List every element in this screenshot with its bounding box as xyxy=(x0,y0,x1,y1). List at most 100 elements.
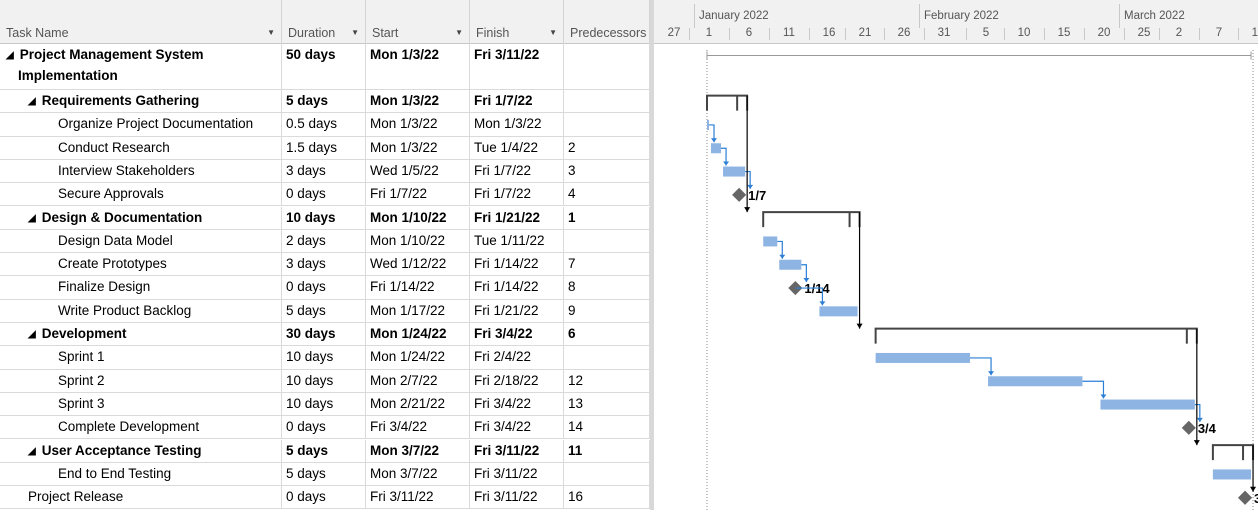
task-finish-cell[interactable]: Fri 2/18/22 xyxy=(470,369,564,393)
task-row[interactable]: End to End Testing 5 days Mon 3/7/22 Fri 3/… xyxy=(0,462,650,487)
task-predecessors-cell[interactable]: 16 xyxy=(564,486,650,510)
task-start-cell[interactable]: Mon 1/17/22 xyxy=(366,299,470,323)
task-finish-cell[interactable]: Fri 3/11/22 xyxy=(470,462,564,487)
task-name-cell[interactable]: Write Product Backlog xyxy=(0,299,282,323)
task-name-cell[interactable]: Interview Stakeholders xyxy=(0,159,282,184)
task-row[interactable]: Sprint 3 10 days Mon 2/21/22 Fri 3/4/22 13 xyxy=(0,392,650,417)
task-predecessors-cell[interactable] xyxy=(564,113,650,137)
collapse-triangle-icon[interactable]: ◢ xyxy=(28,96,36,107)
collapse-triangle-icon[interactable]: ◢ xyxy=(28,213,36,224)
task-predecessors-cell[interactable]: 1 xyxy=(564,206,650,230)
task-finish-cell[interactable]: Tue 1/4/22 xyxy=(470,136,564,160)
task-bar[interactable] xyxy=(1100,399,1195,410)
column-header-duration[interactable]: Duration ▼ xyxy=(282,0,366,44)
task-finish-cell[interactable]: Fri 1/7/22 xyxy=(470,159,564,184)
milestone-diamond[interactable] xyxy=(1181,420,1196,435)
task-name-cell[interactable]: ◢ Design & Documentation xyxy=(0,206,282,230)
task-row[interactable]: Finalize Design 0 days Fri 1/14/22 Fri 1/14… xyxy=(0,276,650,300)
task-bar[interactable] xyxy=(1212,469,1252,480)
column-header-finish[interactable]: Finish ▼ xyxy=(470,0,564,44)
task-duration-cell[interactable]: 10 days xyxy=(282,369,366,393)
task-predecessors-cell[interactable]: 8 xyxy=(564,276,650,300)
milestone-diamond[interactable] xyxy=(732,187,747,202)
task-row[interactable]: ◢ User Acceptance Testing 5 days Mon 3/7/22… xyxy=(0,439,650,463)
task-row[interactable]: Sprint 2 10 days Mon 2/7/22 Fri 2/18/22 12 xyxy=(0,369,650,393)
task-start-cell[interactable]: Mon 2/21/22 xyxy=(366,392,470,417)
task-predecessors-cell[interactable]: 12 xyxy=(564,369,650,393)
task-predecessors-cell[interactable]: 14 xyxy=(564,416,650,440)
dropdown-arrow-icon[interactable]: ▼ xyxy=(351,28,359,37)
task-finish-cell[interactable]: Fri 1/7/22 xyxy=(470,90,564,114)
milestone-diamond[interactable] xyxy=(1237,490,1253,505)
milestone-label[interactable]: 3/4 xyxy=(1198,421,1217,436)
task-start-cell[interactable]: Fri 3/11/22 xyxy=(366,486,470,510)
task-start-cell[interactable]: Mon 1/3/22 xyxy=(366,90,470,114)
task-duration-cell[interactable]: 1.5 days xyxy=(282,136,366,160)
task-duration-cell[interactable]: 5 days xyxy=(282,90,366,114)
task-predecessors-cell[interactable] xyxy=(564,462,650,487)
task-row[interactable]: Design Data Model 2 days Mon 1/10/22 Tue 1/… xyxy=(0,229,650,254)
task-name-cell[interactable]: Sprint 2 xyxy=(0,369,282,393)
task-row[interactable]: Complete Development 0 days Fri 3/4/22 Fri … xyxy=(0,416,650,440)
task-name-cell[interactable]: Create Prototypes xyxy=(0,253,282,277)
task-duration-cell[interactable]: 50 days xyxy=(282,44,366,90)
task-name-cell[interactable]: Design Data Model xyxy=(0,229,282,254)
task-start-cell[interactable]: Fri 1/14/22 xyxy=(366,276,470,300)
task-finish-cell[interactable]: Fri 1/21/22 xyxy=(470,206,564,230)
task-bar[interactable] xyxy=(988,376,1083,387)
summary-bar[interactable] xyxy=(706,94,749,111)
task-start-cell[interactable]: Mon 1/24/22 xyxy=(366,323,470,347)
task-row[interactable]: Create Prototypes 3 days Wed 1/12/22 Fri 1/… xyxy=(0,253,650,277)
dropdown-arrow-icon[interactable]: ▼ xyxy=(455,28,463,37)
collapse-triangle-icon[interactable]: ◢ xyxy=(6,46,14,66)
task-row[interactable]: ◢ Development 30 days Mon 1/24/22 Fri 3/4/22… xyxy=(0,323,650,347)
task-duration-cell[interactable]: 2 days xyxy=(282,229,366,254)
task-duration-cell[interactable]: 0 days xyxy=(282,276,366,300)
summary-bar[interactable] xyxy=(874,327,1198,344)
collapse-triangle-icon[interactable]: ◢ xyxy=(28,446,36,457)
task-bar[interactable] xyxy=(763,236,778,247)
task-finish-cell[interactable]: Fri 3/4/22 xyxy=(470,392,564,417)
task-start-cell[interactable]: Mon 3/7/22 xyxy=(366,439,470,463)
task-duration-cell[interactable]: 3 days xyxy=(282,253,366,277)
task-finish-cell[interactable]: Mon 1/3/22 xyxy=(470,113,564,137)
task-start-cell[interactable]: Mon 2/7/22 xyxy=(366,369,470,393)
task-row[interactable]: Conduct Research 1.5 days Mon 1/3/22 Tue 1/… xyxy=(0,136,650,160)
task-start-cell[interactable]: Mon 1/3/22 xyxy=(366,136,470,160)
column-header-start[interactable]: Start ▼ xyxy=(366,0,470,44)
dropdown-arrow-icon[interactable]: ▼ xyxy=(267,28,275,37)
task-name-cell[interactable]: ◢ User Acceptance Testing xyxy=(0,439,282,463)
task-bar[interactable] xyxy=(819,306,858,317)
task-predecessors-cell[interactable]: 4 xyxy=(564,183,650,207)
task-start-cell[interactable]: Fri 3/4/22 xyxy=(366,416,470,440)
milestone-label[interactable]: 3/11 xyxy=(1254,491,1258,506)
task-name-cell[interactable]: Sprint 3 xyxy=(0,392,282,417)
task-finish-cell[interactable]: Fri 1/21/22 xyxy=(470,299,564,323)
task-bar[interactable] xyxy=(779,259,802,270)
task-name-cell[interactable]: Sprint 1 xyxy=(0,346,282,370)
task-start-cell[interactable]: Mon 1/3/22 xyxy=(366,113,470,137)
task-finish-cell[interactable]: Fri 3/11/22 xyxy=(470,44,564,90)
task-name-cell[interactable]: Organize Project Documentation xyxy=(0,113,282,137)
task-name-cell[interactable]: Finalize Design xyxy=(0,276,282,300)
task-finish-cell[interactable]: Fri 3/4/22 xyxy=(470,416,564,440)
task-predecessors-cell[interactable]: 13 xyxy=(564,392,650,417)
task-finish-cell[interactable]: Fri 1/7/22 xyxy=(470,183,564,207)
task-start-cell[interactable]: Mon 1/24/22 xyxy=(366,346,470,370)
milestone-label[interactable]: 1/7 xyxy=(748,188,766,203)
task-predecessors-cell[interactable] xyxy=(564,44,650,90)
task-bar[interactable] xyxy=(711,143,721,154)
task-finish-cell[interactable]: Fri 1/14/22 xyxy=(470,276,564,300)
task-row[interactable]: Sprint 1 10 days Mon 1/24/22 Fri 2/4/22 xyxy=(0,346,650,370)
summary-bar[interactable] xyxy=(762,211,861,228)
task-duration-cell[interactable]: 10 days xyxy=(282,346,366,370)
task-predecessors-cell[interactable]: 9 xyxy=(564,299,650,323)
task-duration-cell[interactable]: 0.5 days xyxy=(282,113,366,137)
task-finish-cell[interactable]: Fri 3/4/22 xyxy=(470,323,564,347)
task-duration-cell[interactable]: 0 days xyxy=(282,183,366,207)
task-name-cell[interactable]: ◢ Development xyxy=(0,323,282,347)
task-name-cell[interactable]: ◢ Project Management System Implementatio… xyxy=(0,44,282,90)
task-predecessors-cell[interactable]: 7 xyxy=(564,253,650,277)
task-start-cell[interactable]: Wed 1/12/22 xyxy=(366,253,470,277)
task-finish-cell[interactable]: Fri 1/14/22 xyxy=(470,253,564,277)
